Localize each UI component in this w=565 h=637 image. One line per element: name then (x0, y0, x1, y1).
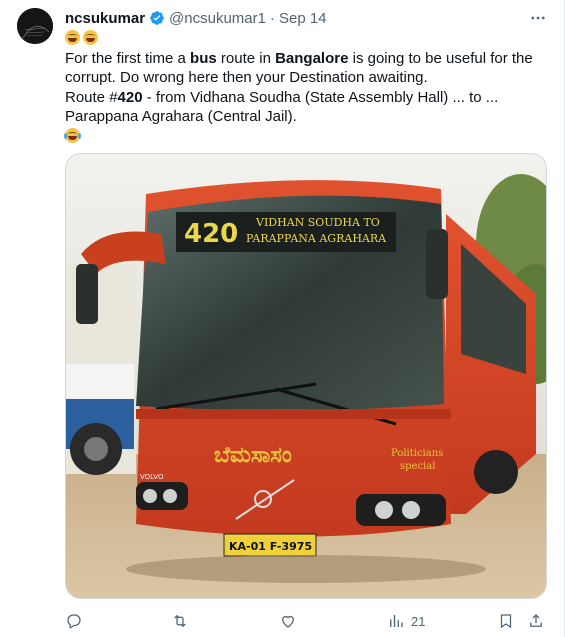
bookmark-icon (500, 614, 512, 629)
text-bold-bus: bus (190, 49, 217, 67)
emoji-line-end (64, 127, 535, 147)
tweet-image[interactable]: 420 VIDHAN SOUDHA TO PARAPPANA AGRAHARA … (65, 153, 547, 599)
retweet-button[interactable] (171, 611, 189, 631)
separator-dot: · (269, 9, 275, 27)
grin-emoji-icon (65, 30, 80, 45)
views-button[interactable]: 21 (387, 611, 425, 631)
laughing-tears-emoji-icon (64, 127, 81, 143)
tweet-card[interactable]: ncsukumar @ncsukumar1 · Sep 14 For the f… (0, 0, 565, 637)
side-text-line1: Politicians (391, 448, 443, 459)
text-line-main: For the first time a bus route in Bangal… (65, 49, 535, 88)
verified-badge-icon (149, 10, 165, 26)
brand-text: VOLVO (140, 473, 164, 481)
destination-line2: PARAPPANA AGRAHARA (246, 232, 387, 245)
like-button[interactable] (279, 611, 297, 631)
heart-icon (282, 615, 294, 628)
tweet-text: For the first time a bus route in Bangal… (64, 29, 535, 147)
text-span: route in (216, 49, 276, 67)
tweet-date[interactable]: Sep 14 (279, 10, 327, 27)
text-span: Route # (65, 88, 118, 106)
retweet-icon (174, 614, 186, 628)
text-span: For the first time a (65, 49, 191, 67)
text-bold-route-number: 420 (117, 88, 143, 106)
avatar[interactable] (17, 8, 53, 44)
share-button[interactable] (527, 611, 545, 631)
emoji-line (65, 29, 535, 49)
bookmark-button[interactable] (497, 611, 515, 631)
views-chart-icon (390, 615, 403, 627)
route-number-sign: 420 (184, 219, 238, 249)
tweet-header: ncsukumar @ncsukumar1 · Sep 14 (65, 9, 327, 27)
reply-icon (67, 614, 81, 629)
text-bold-bangalore: Bangalore (275, 49, 349, 67)
side-text-line2: special (400, 461, 435, 472)
destination-line1: VIDHAN SOUDHA TO (255, 216, 380, 229)
text-line-route: Route #420 - from Vidhana Soudha (State … (65, 88, 535, 127)
author-name[interactable]: ncsukumar (65, 10, 145, 27)
share-icon (530, 614, 542, 627)
bus-photo: 420 VIDHAN SOUDHA TO PARAPPANA AGRAHARA … (66, 154, 546, 598)
more-options-icon[interactable] (528, 8, 548, 28)
author-handle[interactable]: @ncsukumar1 (169, 10, 266, 27)
license-plate: KA-01 F-3975 (229, 540, 312, 553)
grin-emoji-icon (83, 30, 98, 45)
kannada-text: ಬೆಮಸಾಸಂ (214, 443, 292, 468)
views-count: 21 (411, 613, 426, 629)
reply-button[interactable] (65, 611, 83, 631)
tweet-actions: 21 (65, 611, 547, 631)
